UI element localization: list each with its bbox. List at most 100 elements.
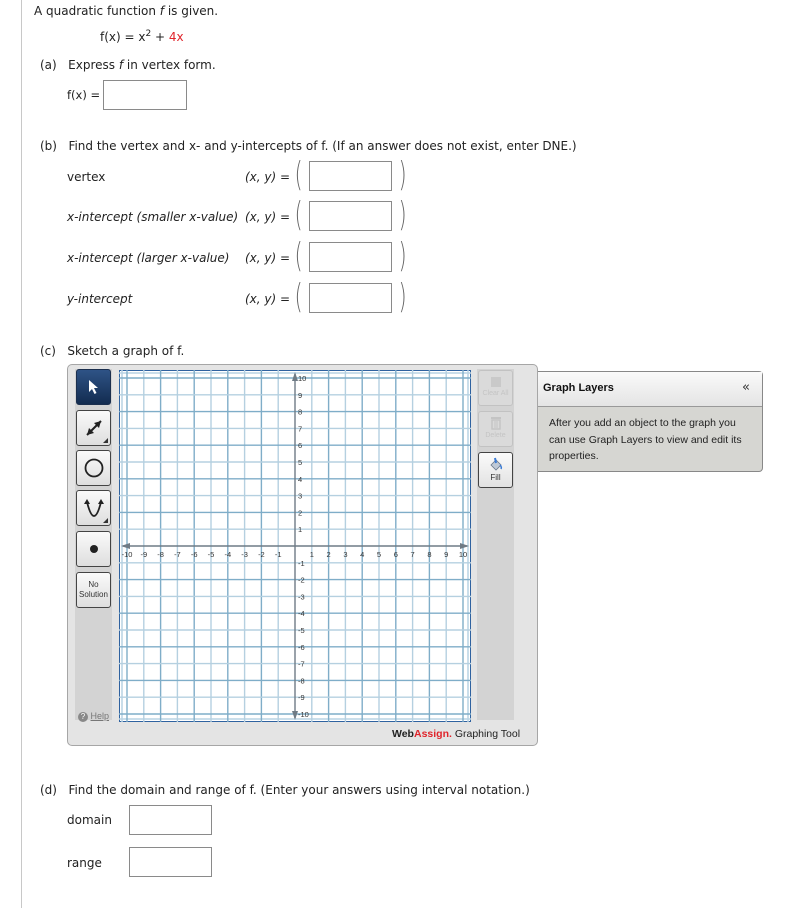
x-tick-label: 8	[427, 550, 431, 559]
trash-icon	[490, 417, 501, 430]
intro-text-part: A quadratic function	[34, 4, 160, 18]
close-paren: )	[398, 195, 407, 235]
part-c-prompt: (c) Sketch a graph of f.	[40, 344, 184, 358]
xy-label: (x, y) =	[245, 170, 291, 184]
circle-tool-button[interactable]	[76, 450, 111, 486]
webassign-brand: WebAssign. Graphing Tool	[392, 728, 520, 740]
x-intercept-larger-input[interactable]	[309, 242, 392, 272]
no-solution-button[interactable]: No Solution	[76, 572, 111, 608]
x-tick-label: 7	[411, 550, 415, 559]
x-tick-label: -8	[157, 550, 164, 559]
y-tick-label: -1	[298, 559, 305, 568]
close-paren: )	[398, 236, 407, 276]
x-intercept-smaller-input[interactable]	[309, 201, 392, 231]
y-tick-label: -4	[298, 609, 305, 618]
domain-input[interactable]	[129, 805, 212, 835]
open-paren: (	[294, 195, 303, 235]
part-a-prompt: (a) Express f in vertex form.	[40, 58, 216, 72]
x-intercept-larger-label: x-intercept (larger x-value)	[67, 251, 230, 265]
x-tick-label: -1	[275, 550, 282, 559]
point-tool-button[interactable]	[76, 531, 111, 567]
vertex-input[interactable]	[309, 161, 392, 191]
open-paren: (	[294, 155, 303, 195]
y-tick-label: 1	[298, 525, 302, 534]
x-tick-label: 6	[394, 550, 398, 559]
x-tick-label: 4	[360, 550, 364, 559]
part-d-text: Find the domain and range of f. (Enter y…	[68, 783, 530, 797]
pointer-arrow-icon	[88, 380, 98, 394]
part-d-label: (d)	[40, 783, 57, 797]
brand-suffix: Graphing Tool	[451, 728, 521, 740]
y-tick-label: 8	[298, 408, 302, 417]
collapse-icon[interactable]: «	[742, 380, 750, 395]
clear-all-label: Clear All	[482, 390, 509, 397]
part-c-label: (c)	[40, 344, 56, 358]
x-tick-label: -10	[122, 550, 133, 559]
graph-layers-header: Graph Layers «	[538, 372, 762, 407]
y-tick-label: 6	[298, 441, 302, 450]
xy-label: (x, y) =	[245, 292, 291, 306]
fill-button[interactable]: Fill	[478, 452, 513, 488]
part-d-prompt: (d) Find the domain and range of f. (Ent…	[40, 783, 530, 797]
delete-label: Delete	[485, 432, 506, 439]
no-solution-label-2: Solution	[79, 590, 108, 599]
x-tick-label: -3	[241, 550, 248, 559]
part-b-prompt: (b) Find the vertex and x- and y-interce…	[40, 139, 577, 153]
open-paren: (	[294, 277, 303, 317]
x-tick-label: -6	[191, 550, 198, 559]
select-tool-button[interactable]	[76, 369, 111, 405]
submenu-corner-icon	[103, 518, 108, 523]
y-intercept-input[interactable]	[309, 283, 392, 313]
y-tick-label: -7	[298, 660, 305, 669]
y-tick-label: 2	[298, 508, 302, 517]
y-tick-label: 7	[298, 424, 302, 433]
range-label: range	[67, 856, 102, 870]
paint-bucket-icon	[489, 457, 502, 471]
line-tool-button[interactable]	[76, 410, 111, 446]
help-link[interactable]: ? Help	[78, 711, 109, 722]
x-tick-label: -7	[174, 550, 181, 559]
y-tick-label: 10	[298, 374, 306, 383]
parabola-icon	[83, 499, 104, 517]
vertex-form-input[interactable]	[103, 80, 187, 110]
x-tick-label: -9	[140, 550, 147, 559]
xy-label: (x, y) =	[245, 251, 291, 265]
intro-text-part2: is given.	[164, 4, 219, 18]
graph-layers-body: After you add an object to the graph you…	[549, 417, 742, 462]
y-tick-label: -10	[298, 710, 309, 719]
part-b-label: (b)	[40, 139, 57, 153]
part-a-text: Express	[68, 58, 119, 72]
circle-icon	[84, 458, 103, 478]
part-c-text: Sketch a graph of f.	[67, 344, 185, 358]
y-tick-label: -3	[298, 592, 305, 601]
function-linear-term: 4x	[168, 30, 184, 44]
fill-label: Fill	[490, 473, 501, 482]
part-b-text: Find the vertex and x- and y-intercepts …	[68, 139, 577, 153]
no-solution-label-1: No	[88, 580, 99, 589]
range-input[interactable]	[129, 847, 212, 877]
graph-layers-title: Graph Layers	[543, 382, 614, 394]
y-intercept-label: y-intercept	[67, 292, 133, 306]
domain-label: domain	[67, 813, 112, 827]
graph-layers-panel: Graph Layers « After you add an object t…	[538, 371, 763, 472]
x-tick-label: 1	[310, 550, 314, 559]
y-tick-label: -6	[298, 643, 305, 652]
xy-label: (x, y) =	[245, 210, 291, 224]
delete-button[interactable]: Delete	[478, 411, 513, 447]
y-tick-label: 9	[298, 391, 302, 400]
help-icon: ?	[78, 712, 88, 722]
x-tick-label: 3	[343, 550, 347, 559]
parabola-tool-button[interactable]	[76, 490, 111, 526]
coordinate-grid[interactable]: -10 -9 -8 -7 -6 -5 -4 -3 -2 -1 1 2 3 4 5 6 7 8 9 10 10 9 8 7 6 5 4…	[119, 370, 471, 722]
part-a-text2: in vertex form.	[123, 58, 216, 72]
clear-all-button[interactable]: Clear All	[478, 370, 513, 406]
part-a-label: (a)	[40, 58, 57, 72]
x-tick-label: 9	[444, 550, 448, 559]
brand-web: Web	[392, 728, 414, 740]
page-left-border	[21, 0, 22, 908]
submenu-corner-icon	[103, 438, 108, 443]
x-tick-label: 2	[327, 550, 331, 559]
vertex-form-label: f(x) =	[67, 88, 101, 102]
x-tick-label: 5	[377, 550, 381, 559]
y-tick-label: -5	[298, 626, 305, 635]
